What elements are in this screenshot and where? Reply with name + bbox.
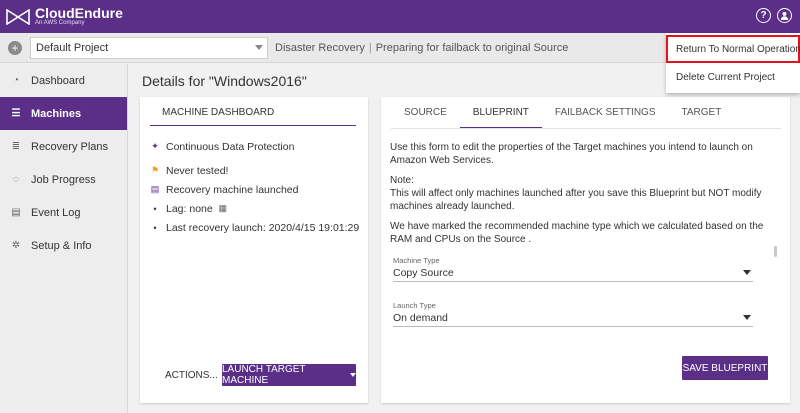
tab-source[interactable]: SOURCE [391, 107, 460, 128]
delete-current-project-item[interactable]: Delete Current Project [666, 64, 800, 91]
status-separator: | [368, 42, 372, 54]
sidebar-item-event-log[interactable]: ▤ Event Log [0, 196, 127, 229]
status-item: • Lag: none ▦ [150, 201, 359, 216]
status-item: ⚑ Never tested! [150, 163, 359, 178]
sidebar-item-label: Event Log [31, 206, 81, 219]
note-title: Note: [390, 175, 414, 186]
add-project-button[interactable]: + [8, 41, 22, 55]
save-blueprint-button[interactable]: SAVE BLUEPRINT [682, 356, 768, 380]
machine-dashboard-card: MACHINE DASHBOARD ✦ Continuous Data Prot… [140, 97, 368, 403]
progress-icon: ◌ [13, 174, 19, 185]
question-icon[interactable]: ? [756, 8, 771, 23]
checklist-icon: ≣ [11, 141, 21, 152]
status-text: Recovery machine launched [166, 183, 299, 196]
sidebar: ◔ Dashboard ☰ Machines ≣ Recovery Plans … [0, 64, 128, 413]
logo[interactable]: CloudEndure An AWS Company [6, 6, 123, 27]
tab-blueprint[interactable]: BLUEPRINT [459, 107, 542, 128]
launch-type-label: Launch Type [393, 301, 436, 310]
chevron-down-icon [743, 270, 751, 275]
user-glyph-icon [780, 11, 789, 20]
chevron-down-icon [743, 315, 751, 320]
project-actions-menu: Return To Normal Operation Delete Curren… [666, 33, 800, 93]
blueprint-description: Use this form to edit the properties of … [390, 141, 782, 253]
status-item: ▤ Recovery machine launched [150, 182, 359, 197]
tab-target[interactable]: TARGET [669, 107, 735, 128]
page-title: Details for "Windows2016" [142, 73, 307, 89]
sidebar-item-recovery-plans[interactable]: ≣ Recovery Plans [0, 130, 127, 163]
sidebar-item-dashboard[interactable]: ◔ Dashboard [0, 64, 127, 97]
machine-type-label: Machine Type [393, 256, 440, 265]
launch-type-select[interactable]: On demand [393, 310, 753, 327]
sidebar-item-machines[interactable]: ☰ Machines [0, 97, 127, 130]
rocket-icon: ✦ [151, 141, 159, 151]
brand-name: CloudEndure [35, 5, 123, 21]
chevron-down-icon [255, 45, 263, 50]
machine-type-select[interactable]: Copy Source [393, 265, 753, 282]
launch-button-label: LAUNCH TARGET MACHINE [222, 364, 306, 386]
sidebar-item-label: Machines [31, 107, 82, 120]
status-text: Never tested! [166, 164, 229, 177]
project-status-text: Preparing for failback to original Sourc… [375, 42, 569, 54]
cloudendure-logo-icon [6, 8, 30, 25]
calendar-icon: ▦ [218, 203, 227, 213]
sidebar-item-label: Setup & Info [31, 239, 92, 252]
top-bar: CloudEndure An AWS Company ? [0, 0, 800, 33]
tab-failback-settings[interactable]: FAILBACK SETTINGS [542, 107, 669, 128]
status-text: Continuous Data Protection [166, 140, 295, 153]
note-text: This will affect only machines launched … [390, 188, 762, 212]
project-mode: Disaster Recovery [275, 42, 365, 54]
sidebar-item-setup-info[interactable]: ✲ Setup & Info [0, 229, 127, 262]
list-icon: ☰ [11, 108, 21, 119]
status-list: ✦ Continuous Data Protection ⚑ Never tes… [150, 139, 360, 239]
intro-text: Use this form to edit the properties of … [390, 142, 753, 166]
document-icon: ▤ [150, 184, 160, 194]
caret-down-icon [350, 373, 356, 377]
flag-icon: ⚑ [150, 165, 160, 175]
tab-machine-dashboard[interactable]: MACHINE DASHBOARD [150, 107, 356, 126]
project-status: Disaster Recovery | Preparing for failback… [275, 42, 568, 54]
project-select-value: Default Project [36, 42, 109, 54]
status-item: • Last recovery launch: 2020/4/15 19:01:… [150, 220, 359, 235]
project-select[interactable]: Default Project [30, 37, 268, 59]
log-icon: ▤ [11, 207, 21, 218]
launch-type-value: On demand [393, 312, 448, 324]
blueprint-card: SOURCE BLUEPRINT FAILBACK SETTINGS TARGE… [381, 97, 790, 403]
bullet-icon: • [153, 203, 157, 214]
machine-tabs: SOURCE BLUEPRINT FAILBACK SETTINGS TARGE… [391, 107, 781, 129]
sidebar-item-label: Recovery Plans [31, 140, 109, 153]
dashboard-icon: ◔ [12, 75, 20, 86]
bullet-icon: • [153, 222, 157, 233]
brand-subtitle: An AWS Company [35, 20, 85, 26]
sidebar-item-label: Job Progress [31, 173, 96, 186]
gear-icon: ✲ [11, 240, 21, 251]
status-text: Last recovery launch: 2020/4/15 19:01:29 [166, 221, 360, 234]
machine-type-value: Copy Source [393, 267, 454, 279]
recommend-text: We have marked the recommended machine t… [390, 221, 764, 245]
actions-button[interactable]: ACTIONS... [165, 370, 218, 381]
launch-target-machine-button[interactable]: LAUNCH TARGET MACHINE [222, 364, 356, 386]
user-icon[interactable] [777, 8, 792, 23]
status-text: Lag: none [166, 202, 213, 215]
scrollbar[interactable] [774, 246, 777, 257]
status-item: ✦ Continuous Data Protection [150, 139, 359, 154]
sidebar-item-job-progress[interactable]: ◌ Job Progress [0, 163, 127, 196]
return-to-normal-operation-item[interactable]: Return To Normal Operation [666, 35, 800, 63]
sidebar-item-label: Dashboard [31, 74, 85, 87]
